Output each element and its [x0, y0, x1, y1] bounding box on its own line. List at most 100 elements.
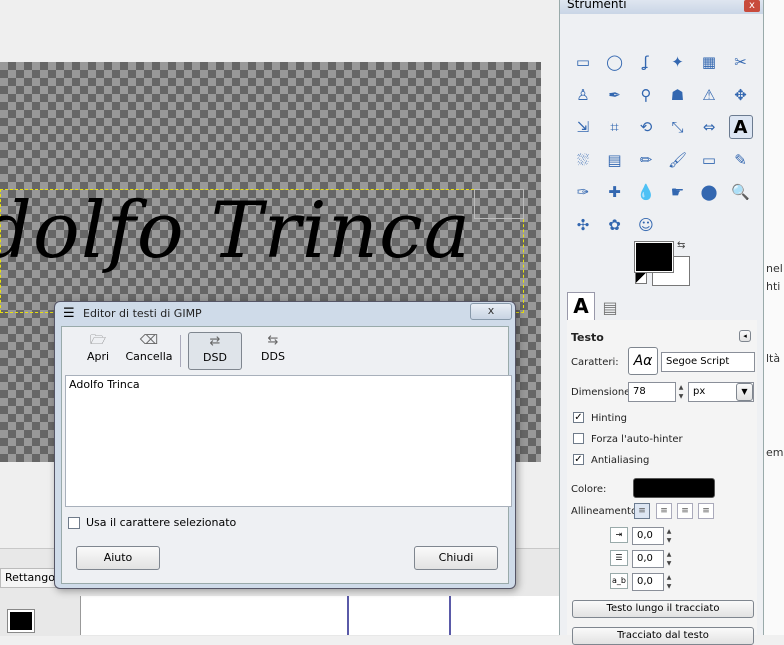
- scissors-icon[interactable]: ✂: [729, 50, 753, 74]
- dialog-titlebar[interactable]: ☰ Editor di testi di GIMP: [55, 302, 515, 324]
- indent-icon: ⇥: [610, 527, 628, 543]
- rtl-button[interactable]: ⇆ DDS: [246, 332, 300, 370]
- antialias-checkbox[interactable]: ✓: [573, 454, 584, 465]
- hinting-checkbox[interactable]: ✓: [573, 412, 584, 423]
- letter-spacing-spinner[interactable]: ▲ ▼: [665, 573, 673, 591]
- editor-toolbar: 🗁 Apri ⌫ Cancella ⇄ DSD ⇆ DDS: [62, 327, 508, 373]
- clone-stamp-icon[interactable]: ☗: [666, 83, 690, 107]
- size-label: Dimensione:: [571, 387, 634, 398]
- font-preview-button[interactable]: Aα: [628, 347, 658, 375]
- letter-spacing-field[interactable]: 0,0: [632, 573, 664, 591]
- open-button[interactable]: 🗁 Apri: [76, 332, 120, 370]
- crop-icon[interactable]: ⌗: [603, 115, 627, 139]
- scale-icon[interactable]: ⤡: [666, 115, 690, 139]
- close-button[interactable]: Chiudi: [414, 546, 498, 570]
- align-justify-icon[interactable]: ≡: [698, 503, 714, 519]
- unit-dropdown-icon[interactable]: ▼: [736, 383, 753, 401]
- measure-icon[interactable]: ⚠: [697, 83, 721, 107]
- hinting-label: Hinting: [591, 413, 628, 424]
- rect-select-icon[interactable]: ▭: [571, 50, 595, 74]
- fuzzy-select-icon[interactable]: ✦: [666, 50, 690, 74]
- shear-icon[interactable]: ⇔: [697, 115, 721, 139]
- dodge-icon[interactable]: ☛: [666, 180, 690, 204]
- autohint-checkbox[interactable]: [573, 433, 584, 444]
- cage-icon[interactable]: ✿: [603, 213, 627, 237]
- toolbox-title: Strumenti: [567, 0, 627, 11]
- rtl-icon: ⇆: [267, 333, 279, 348]
- color-select-icon[interactable]: ▦: [697, 50, 721, 74]
- preview-divider: [347, 596, 349, 635]
- airbrush-icon[interactable]: ✎: [729, 148, 753, 172]
- line-spacing-field[interactable]: 0,0: [632, 550, 664, 568]
- edge-text: hti: [766, 280, 781, 293]
- line-spacing-spinner[interactable]: ▲ ▼: [665, 550, 673, 568]
- ellipse-select-icon[interactable]: ◯: [603, 50, 627, 74]
- foreground-select-icon[interactable]: ♙: [571, 83, 595, 107]
- options-menu-button[interactable]: ◂: [739, 330, 751, 342]
- help-button[interactable]: Aiuto: [76, 546, 160, 570]
- size-field[interactable]: 78: [628, 382, 676, 402]
- toolbox-close-button[interactable]: x: [744, 0, 760, 12]
- align-icon[interactable]: ⇲: [571, 115, 595, 139]
- transform-icon[interactable]: ✣: [571, 213, 595, 237]
- use-font-checkbox[interactable]: [68, 517, 80, 529]
- smudge-drop-icon[interactable]: 💧: [634, 180, 658, 204]
- options-section-title: Testo: [571, 331, 604, 344]
- pencil-icon[interactable]: ✏: [634, 148, 658, 172]
- bottom-color-swatch: [8, 610, 34, 632]
- window-menu-icon[interactable]: ☰: [63, 307, 77, 322]
- folder-icon: 🗁: [89, 333, 107, 348]
- edge-text: nel: [766, 262, 783, 275]
- default-colors-icon[interactable]: [635, 272, 647, 284]
- bucket-fill-icon[interactable]: ⛆: [571, 148, 595, 172]
- rotate-icon[interactable]: ⟲: [634, 115, 658, 139]
- text-along-path-button[interactable]: Testo lungo il tracciato: [572, 600, 754, 618]
- letter-spacing-icon: a_b: [610, 573, 628, 589]
- color-picker-icon[interactable]: ⚲: [634, 83, 658, 107]
- burn-icon[interactable]: ⬤: [697, 180, 721, 204]
- align-center-icon[interactable]: ≡: [677, 503, 693, 519]
- tab-tool-options[interactable]: A: [567, 292, 595, 320]
- eraser-icon[interactable]: ▭: [697, 148, 721, 172]
- foreground-color-swatch[interactable]: [635, 242, 673, 272]
- edge-text: em: [766, 446, 784, 459]
- heal-icon[interactable]: ✚: [603, 180, 627, 204]
- path-from-text-button[interactable]: Tracciato dal testo: [572, 627, 754, 645]
- move-icon[interactable]: ✥: [729, 83, 753, 107]
- bottom-tab-rectangle[interactable]: Rettango: [0, 568, 60, 588]
- swap-colors-icon[interactable]: ⇆: [677, 240, 685, 251]
- font-field[interactable]: Segoe Script: [661, 352, 755, 372]
- line-spacing-icon: ☰: [610, 550, 628, 566]
- indent-spinner[interactable]: ▲ ▼: [665, 527, 673, 545]
- ink-icon[interactable]: ✑: [571, 180, 595, 204]
- indent-field[interactable]: 0,0: [632, 527, 664, 545]
- zoom-icon[interactable]: 🔍: [729, 180, 753, 204]
- paths-icon[interactable]: ✒: [603, 83, 627, 107]
- right-dock-partial: [762, 0, 784, 635]
- text-box-handle[interactable]: [474, 189, 524, 219]
- text-tool-icon[interactable]: A: [728, 115, 753, 139]
- toolbox-titlebar[interactable]: Strumenti: [560, 0, 763, 14]
- free-select-icon[interactable]: ʆ: [634, 50, 658, 74]
- font-label: Caratteri:: [571, 357, 619, 368]
- dialog-close-button[interactable]: x: [470, 303, 512, 320]
- align-left-icon[interactable]: ≡: [634, 503, 650, 519]
- color-label: Colore:: [571, 484, 607, 495]
- brush-preview-strip: [80, 596, 561, 635]
- tab-document-icon[interactable]: ▤: [597, 296, 623, 320]
- align-label: Allineamento:: [571, 506, 641, 517]
- text-color-button[interactable]: [633, 478, 715, 498]
- gimp-wilber-icon[interactable]: ☺: [634, 213, 658, 237]
- text-editor-area[interactable]: Adolfo Trinca: [65, 375, 512, 507]
- autohint-label: Forza l'auto-hinter: [591, 434, 683, 445]
- preview-divider: [449, 596, 451, 635]
- blend-icon[interactable]: ▤: [603, 148, 627, 172]
- clear-button[interactable]: ⌫ Cancella: [122, 332, 176, 370]
- use-font-label: Usa il carattere selezionato: [86, 516, 237, 529]
- ltr-label: DSD: [203, 351, 227, 364]
- align-right-icon[interactable]: ≡: [656, 503, 672, 519]
- ltr-button[interactable]: ⇄ DSD: [188, 332, 242, 370]
- size-spinner[interactable]: ▲ ▼: [677, 383, 685, 401]
- paintbrush-icon[interactable]: 🖌: [666, 148, 690, 172]
- ltr-icon: ⇄: [209, 334, 221, 349]
